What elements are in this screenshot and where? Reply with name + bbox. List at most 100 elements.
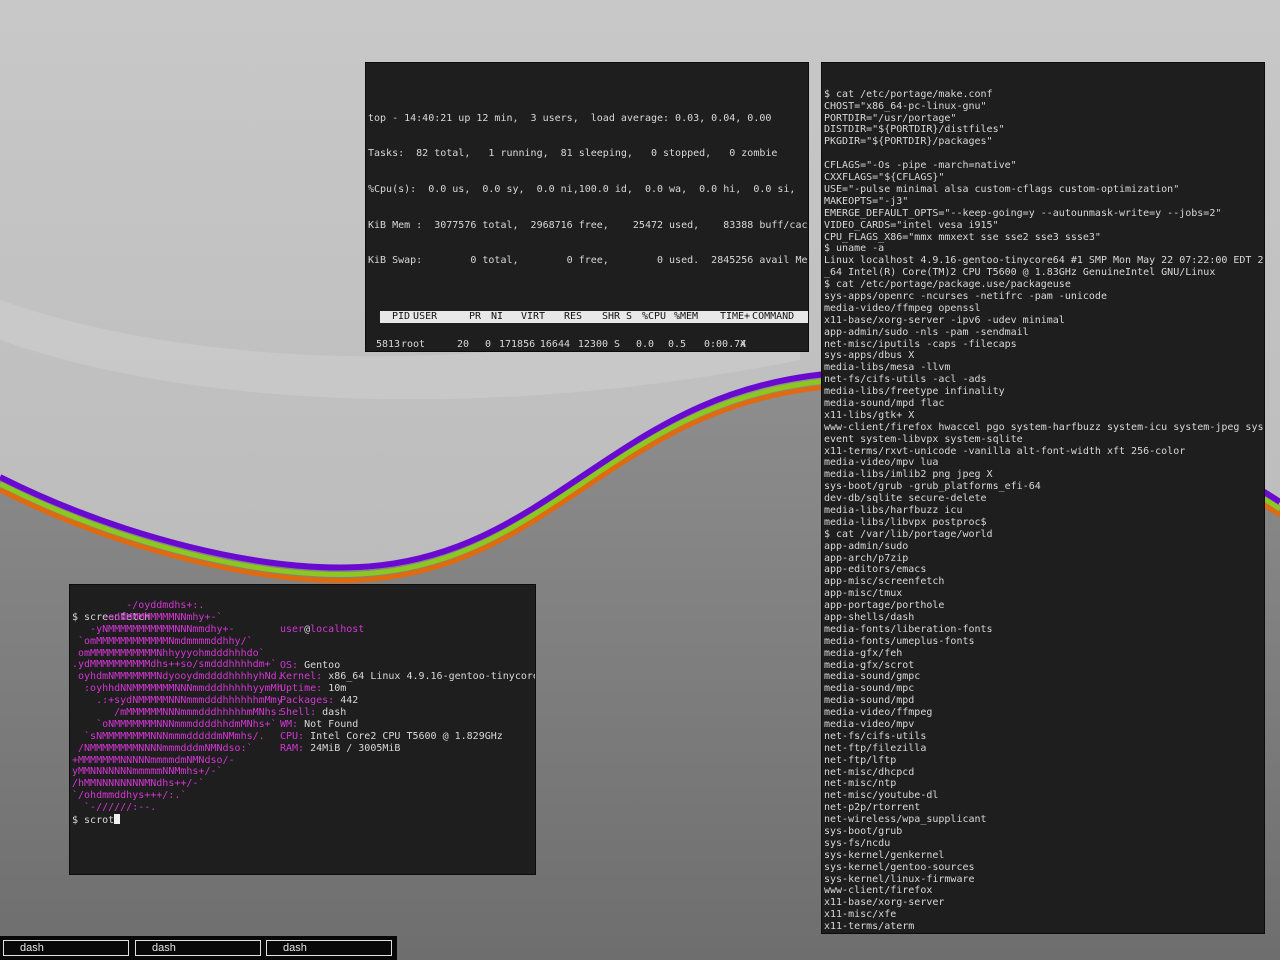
terminal-line: app-admin/sudo -nls -pam -sendmail	[824, 326, 1029, 338]
terminal-line: media-sound/mpd	[824, 695, 915, 707]
terminal-line: x11-base/xorg-server -ipv6 -udev minimal	[824, 314, 1065, 326]
logo-line: -odNMMMMMMMMNNmhy+-`	[72, 611, 223, 623]
process-cell: 0:00.04	[704, 351, 746, 352]
process-row: 5818user 20 0 383684540 2876 S0.0 0.1 0:00.04at…	[368, 351, 808, 352]
terminal-line: app-arch/p7zip	[824, 552, 909, 564]
process-cell: 0.1	[658, 351, 686, 352]
info-key: RAM:	[280, 742, 305, 754]
terminal-line: net-ftp/filezilla	[824, 742, 927, 754]
top-summary-line: %Cpu(s): 0.0 us, 0.0 sy, 0.0 ni,100.0 id…	[368, 184, 808, 196]
terminal-line: $ cat /etc/portage/package.use/packageus…	[824, 279, 1071, 291]
info-key: Uptime:	[280, 683, 323, 695]
column-header[interactable]: PID	[388, 311, 410, 323]
info-row: Uptime: 10m	[280, 683, 535, 695]
process-cell: user	[401, 351, 441, 352]
column-header[interactable]: USER	[413, 311, 453, 323]
screenfetch-terminal-window[interactable]: $ screenfetch -/oyddmdhs+:. -odNMMMMMMMM…	[69, 584, 536, 875]
column-header[interactable]: RES	[548, 311, 582, 323]
top-summary-line: Tasks: 82 total, 1 running, 81 sleeping,…	[368, 148, 778, 160]
terminal-line: media-video/ffmpeg openssl	[824, 302, 981, 314]
config-terminal-window[interactable]: $ cat /etc/portage/make.conf CHOST="x86_6…	[821, 62, 1265, 934]
terminal-line: x11-misc/xfe	[824, 909, 897, 921]
info-value: dash	[322, 707, 347, 719]
top-summary-line: KiB Swap: 0 total, 0 free, 0 used. 28452…	[368, 255, 808, 267]
column-header[interactable]: %CPU	[638, 311, 666, 323]
terminal-line: media-sound/gmpc	[824, 671, 921, 683]
terminal-line: $ cat /etc/portage/make.conf	[824, 88, 993, 100]
column-header[interactable]: COMMAND	[752, 311, 808, 323]
info-key: Packages:	[280, 695, 335, 707]
process-cell: 20	[456, 338, 469, 350]
top-summary: top - 14:40:21 up 12 min, 3 users, load …	[368, 89, 808, 291]
terminal-line: media-libs/libvpx postproc$	[824, 516, 987, 528]
terminal-line: sys-apps/openrc -ncurses -netifrc -pam -…	[824, 290, 1107, 302]
process-cell: 0	[484, 338, 491, 350]
terminal-line: net-misc/youtube-dl	[824, 790, 939, 802]
taskbar-item-dash[interactable]: dash	[3, 940, 129, 956]
terminal-line: sys-kernel/linux-firmware	[824, 873, 975, 885]
terminal-line: net-misc/iputils -caps -filecaps	[824, 338, 1017, 350]
column-header[interactable]: TIME+	[716, 311, 750, 323]
terminal-line: app-misc/screenfetch	[824, 576, 945, 588]
terminal-line: media-libs/harfbuzz icu	[824, 504, 963, 516]
taskbar-item-dash[interactable]: dash	[266, 940, 392, 956]
terminal-line: media-sound/mpd flac	[824, 397, 945, 409]
terminal-line: x11-terms/aterm	[824, 921, 915, 933]
column-header[interactable]: S	[626, 311, 636, 323]
terminal-line: media-libs/mesa -llvm	[824, 362, 951, 374]
top-terminal-window[interactable]: top - 14:40:21 up 12 min, 3 users, load …	[365, 62, 809, 352]
terminal-line: app-editors/emacs	[824, 564, 927, 576]
terminal-line: app-admin/sudo	[824, 540, 909, 552]
process-cell: 16644	[539, 338, 570, 350]
process-cell: 5813	[376, 338, 401, 350]
info-row: Shell: dash	[280, 707, 535, 719]
terminal-line: PKGDIR="${PORTDIR}/packages"	[824, 136, 993, 148]
info-value: 10m	[328, 683, 347, 695]
terminal-line: _64 Intel(R) Core(TM)2 CPU T5600 @ 1.83G…	[824, 267, 1216, 279]
terminal-line: $ uname -a	[824, 243, 885, 255]
info-row: Packages: 442	[280, 695, 535, 707]
info-row: WM: Not Found	[280, 719, 535, 731]
terminal-line: MAKEOPTS="-j3"	[824, 195, 909, 207]
taskbar-item-dash[interactable]: dash	[135, 940, 261, 956]
terminal-line: media-libs/imlib2 png jpeg X	[824, 469, 993, 481]
terminal-line: media-gfx/feh	[824, 647, 903, 659]
column-header[interactable]: VIRT	[511, 311, 545, 323]
column-header[interactable]: NI	[485, 311, 503, 323]
prompt-text: $ scrot	[72, 815, 115, 826]
terminal-line: media-libs/freetype infinality	[824, 386, 1005, 398]
terminal-line: media-fonts/umeplus-fonts	[824, 635, 975, 647]
column-header[interactable]: PR	[465, 311, 481, 323]
terminal-line: Linux localhost 4.9.16-gentoo-tinycore64…	[824, 255, 1264, 267]
top-summary-line: KiB Mem : 3077576 total, 2968716 free, 2…	[368, 219, 808, 231]
info-value: 442	[340, 695, 359, 707]
process-table-header: PID USER PR NI VIRT RES SHR S %CPU %MEM TIME+ COMMA…	[380, 311, 808, 323]
terminal-line: media-video/mpv lua	[824, 457, 939, 469]
logo-line: `sNMMMMMMMMNNNmmmdddddmNMmhs/.	[72, 730, 265, 742]
info-row: Kernel: x86_64 Linux 4.9.16-gentoo-tinyc…	[280, 671, 535, 683]
terminal-line: VIDEO_CARDS="intel vesa i915"	[824, 219, 999, 231]
info-value: Intel Core2 CPU T5600 @ 1.829GHz	[310, 730, 503, 742]
info-value: Gentoo	[304, 659, 341, 671]
terminal-line: net-fs/cifs-utils -acl -ads	[824, 374, 987, 386]
user-host: user@localhost	[280, 624, 535, 636]
terminal-line: sys-apps/dbus X	[824, 350, 915, 362]
process-cell: 12300	[577, 338, 608, 350]
process-cell: 0:00.74	[704, 338, 747, 350]
logo-line: .:+sydNMMMMMNNNmmmdddhhhhhhmMmy	[72, 695, 283, 707]
terminal-line: app-misc/tmux	[824, 588, 903, 600]
terminal-line: DISTDIR="${PORTDIR}/distfiles"	[824, 124, 1005, 136]
process-cell: 2876	[574, 351, 608, 352]
terminal-line: x11-wm/twm	[824, 933, 1264, 934]
logo-line: -yNMMMMMMMMMMMNNNmmdhy+-	[72, 623, 235, 635]
process-cell: S	[614, 351, 624, 352]
terminal-prompt[interactable]: $ scrot	[72, 814, 121, 826]
terminal-line: EMERGE_DEFAULT_OPTS="--keep-going=y --au…	[824, 207, 1222, 219]
terminal-output: $ cat /etc/portage/make.conf CHOST="x86_6…	[824, 88, 1264, 934]
process-table: 5813 root 20 0 171856 16644 12300 S 0.0 0.5 0:00.7…	[368, 338, 808, 352]
terminal-line: net-ftp/lftp	[824, 754, 897, 766]
column-header[interactable]: SHR	[586, 311, 620, 323]
terminal-line: app-shells/dash	[824, 612, 915, 623]
column-header[interactable]: %MEM	[670, 311, 698, 323]
